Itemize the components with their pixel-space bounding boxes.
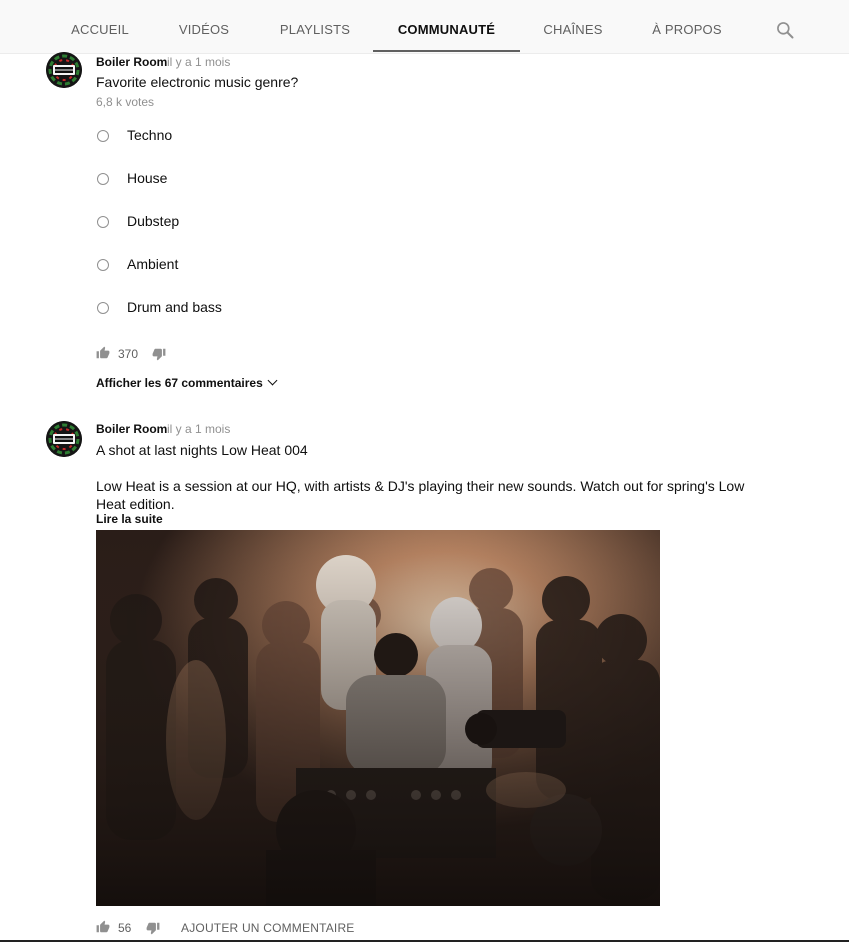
chevron-down-icon: [267, 375, 278, 386]
tab-a-propos[interactable]: À PROPOS: [643, 0, 731, 54]
crowd-dj-photo: [96, 530, 660, 906]
thumbs-up-icon[interactable]: [96, 920, 110, 934]
poll-option-label: House: [127, 170, 168, 186]
post-body-text: Low Heat is a session at our HQ, with ar…: [96, 478, 745, 512]
radio-button[interactable]: [97, 216, 109, 228]
tab-videos[interactable]: VIDÉOS: [168, 0, 240, 54]
post-photo[interactable]: [96, 530, 660, 906]
search-icon[interactable]: [775, 20, 795, 40]
add-comment-button[interactable]: AJOUTER UN COMMENTAIRE: [181, 921, 355, 935]
thumbs-down-icon[interactable]: [146, 921, 160, 935]
tab-communaute[interactable]: COMMUNAUTÉ: [373, 0, 520, 54]
poll-option[interactable]: Drum and bass: [96, 293, 596, 323]
post-actions: 56 AJOUTER UN COMMENTAIRE: [96, 920, 496, 940]
poll-option[interactable]: Techno: [96, 121, 596, 151]
like-count: 370: [118, 347, 139, 361]
poll-option-label: Drum and bass: [127, 299, 222, 315]
post-author[interactable]: Boiler Room: [96, 422, 167, 436]
tab-accueil[interactable]: ACCUEIL: [60, 0, 140, 54]
show-comments-label: Afficher les 67 commentaires: [96, 376, 263, 390]
thumbs-down-icon[interactable]: [152, 347, 166, 361]
poll-option-label: Dubstep: [127, 213, 180, 229]
post-timestamp[interactable]: il y a 1 mois: [167, 55, 230, 69]
thumbs-up-icon[interactable]: [96, 346, 110, 360]
tab-playlists[interactable]: PLAYLISTS: [270, 0, 360, 54]
poll-option-label: Techno: [127, 127, 173, 143]
channel-avatar[interactable]: [46, 52, 82, 88]
post-timestamp[interactable]: il y a 1 mois: [167, 422, 230, 436]
poll-question: Favorite electronic music genre?: [96, 74, 299, 90]
poll-vote-count: 6,8 k votes: [96, 95, 155, 109]
tab-chaines[interactable]: CHAÎNES: [533, 0, 613, 54]
radio-button[interactable]: [97, 259, 109, 271]
post-title-text: A shot at last nights Low Heat 004: [96, 442, 308, 458]
channel-avatar[interactable]: [46, 421, 82, 457]
like-count: 56: [118, 921, 132, 935]
boiler-room-logo: [46, 421, 82, 457]
poll-option[interactable]: Dubstep: [96, 207, 596, 237]
radio-button[interactable]: [97, 173, 109, 185]
poll-option-label: Ambient: [127, 256, 179, 272]
radio-button[interactable]: [97, 130, 109, 142]
radio-button[interactable]: [97, 302, 109, 314]
channel-tab-bar: ACCUEIL VIDÉOS PLAYLISTS COMMUNAUTÉ CHAÎ…: [0, 0, 849, 54]
poll-option[interactable]: House: [96, 164, 596, 194]
read-more-link[interactable]: Lire la suite: [96, 512, 163, 526]
poll-option[interactable]: Ambient: [96, 250, 596, 280]
show-comments-link[interactable]: Afficher les 67 commentaires: [96, 375, 278, 390]
post-author[interactable]: Boiler Room: [96, 55, 167, 69]
boiler-room-logo: [46, 52, 82, 88]
post-actions: 370: [96, 346, 396, 366]
